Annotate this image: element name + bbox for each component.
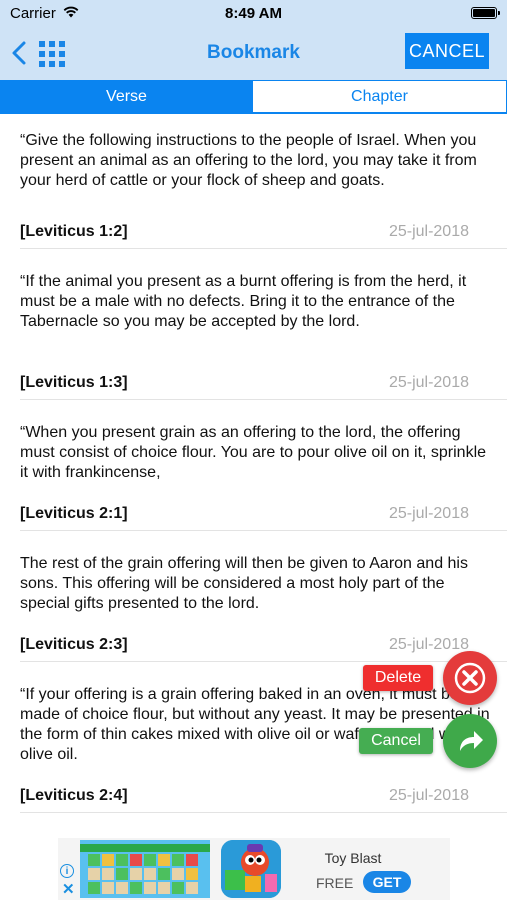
ad-app-icon bbox=[221, 840, 281, 898]
divider bbox=[20, 661, 507, 662]
bookmark-date: 25-jul-2018 bbox=[388, 223, 469, 240]
ad-price: FREE bbox=[316, 875, 354, 891]
verse-reference: [Leviticus 2:1] bbox=[20, 505, 128, 522]
nav-bar: Bookmark CANCEL bbox=[0, 28, 507, 80]
bookmark-date: 25-jul-2018 bbox=[388, 636, 469, 653]
verse-reference: [Leviticus 1:2] bbox=[20, 223, 128, 240]
verse-text: “Give the following instructions to the … bbox=[20, 132, 477, 189]
verse-reference: [Leviticus 2:4] bbox=[20, 787, 128, 804]
verse-reference: [Leviticus 2:3] bbox=[20, 636, 128, 653]
divider bbox=[20, 530, 507, 531]
bookmark-date: 25-jul-2018 bbox=[388, 374, 469, 391]
close-x-icon bbox=[454, 662, 486, 694]
divider bbox=[20, 812, 507, 813]
clock: 8:49 AM bbox=[225, 5, 282, 22]
verse-text: “When you present grain as an offering t… bbox=[20, 424, 487, 481]
cancel-button[interactable]: CANCEL bbox=[405, 33, 489, 69]
divider bbox=[20, 248, 507, 249]
status-bar: Carrier 8:49 AM bbox=[0, 0, 507, 28]
verse-reference: [Leviticus 1:3] bbox=[20, 374, 128, 391]
ad-info-icon[interactable]: i bbox=[60, 864, 74, 878]
verse-text: “If the animal you present as a burnt of… bbox=[20, 273, 467, 330]
tab-chapter[interactable]: Chapter bbox=[253, 80, 507, 113]
share-arrow-icon bbox=[460, 731, 483, 751]
segmented-tabs: Verse Chapter bbox=[0, 80, 507, 114]
bookmark-date: 25-jul-2018 bbox=[388, 505, 469, 522]
ad-close-icon[interactable]: ✕ bbox=[62, 880, 75, 898]
divider bbox=[20, 399, 507, 400]
ad-get-button[interactable]: GET bbox=[363, 871, 411, 893]
ad-game-screenshot bbox=[80, 840, 210, 898]
delete-button[interactable] bbox=[443, 651, 497, 705]
tab-verse[interactable]: Verse bbox=[0, 80, 253, 113]
share-button[interactable] bbox=[443, 714, 497, 768]
verse-text: The rest of the grain offering will then… bbox=[20, 555, 468, 612]
battery-icon bbox=[471, 7, 500, 19]
delete-label[interactable]: Delete bbox=[363, 665, 433, 691]
ad-app-name: Toy Blast bbox=[324, 850, 382, 866]
bookmark-date: 25-jul-2018 bbox=[388, 787, 469, 804]
ad-banner[interactable]: i ✕ Toy Blast FREE GET bbox=[58, 838, 450, 900]
cancel-label[interactable]: Cancel bbox=[359, 728, 433, 754]
